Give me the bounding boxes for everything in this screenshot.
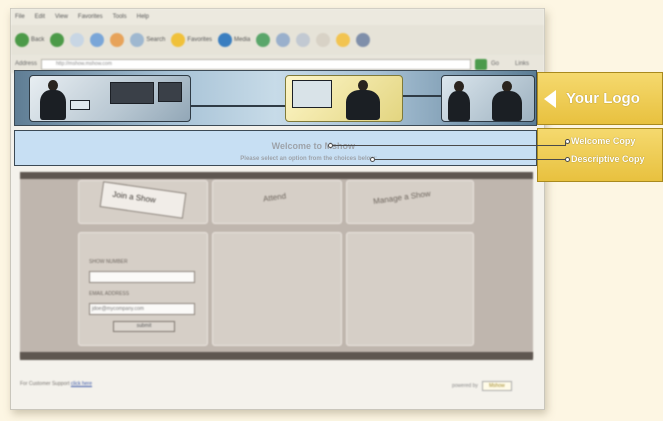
- mshow-logo[interactable]: Mshow: [481, 381, 512, 391]
- welcome-description: Please select an option from the choices…: [240, 156, 377, 162]
- join-a-show-sign: Join a Show: [99, 181, 187, 219]
- home-icon[interactable]: [110, 33, 125, 47]
- back-arrow-icon: [15, 33, 29, 47]
- favorites-label: Favorites: [187, 37, 213, 43]
- media-button[interactable]: Media: [218, 33, 250, 47]
- menu-bar: File Edit View Favorites Tools Help: [11, 9, 544, 25]
- laptop-shape: [70, 100, 90, 110]
- back-label: Back: [31, 37, 45, 43]
- submit-button[interactable]: submit: [113, 321, 175, 332]
- header-banner: [14, 70, 537, 126]
- menu-view[interactable]: View: [55, 14, 68, 20]
- manage-panel: [346, 232, 474, 346]
- stop-icon[interactable]: [70, 33, 85, 47]
- show-number-label: SHOW NUMBER: [89, 259, 128, 265]
- descriptive-copy-label: Descriptive Copy: [571, 154, 645, 164]
- star-icon: [171, 33, 186, 47]
- browser-toolbar: Back Search Favorites Media: [11, 25, 544, 55]
- links-label[interactable]: Links: [515, 61, 529, 67]
- description-leader-line: [375, 159, 566, 160]
- discuss-icon[interactable]: [356, 33, 371, 47]
- powered-by-text: powered by: [452, 383, 478, 389]
- banner-photo-office: [29, 75, 191, 122]
- tab-manage-a-show[interactable]: Manage a Show: [346, 180, 474, 224]
- banner-connector: [191, 105, 285, 107]
- menu-edit[interactable]: Edit: [35, 14, 45, 20]
- print-icon[interactable]: [296, 33, 311, 47]
- menu-file[interactable]: File: [15, 14, 25, 20]
- welcome-copy-label: Welcome Copy: [571, 136, 636, 146]
- screen-shape: [292, 80, 332, 108]
- search-button[interactable]: Search: [130, 33, 165, 47]
- person-body-shape: [40, 90, 66, 120]
- welcome-leader-line: [333, 145, 565, 146]
- copy-callout: Welcome Copy Descriptive Copy: [537, 128, 663, 182]
- banner-connector: [403, 95, 441, 97]
- search-label: Search: [146, 37, 166, 43]
- page-bottom-bar: [20, 352, 533, 360]
- tab-attend[interactable]: Attend: [212, 180, 342, 224]
- footer-powered-by: powered by Mshow: [452, 381, 512, 391]
- person-body-shape: [448, 91, 470, 121]
- tab-attend-label: Attend: [262, 191, 287, 204]
- menu-favorites[interactable]: Favorites: [78, 14, 103, 20]
- history-icon[interactable]: [256, 33, 271, 47]
- banner-photo-team: [441, 75, 535, 122]
- media-label: Media: [234, 37, 251, 43]
- edit-icon[interactable]: [316, 33, 331, 47]
- go-arrow-icon[interactable]: [475, 58, 488, 70]
- email-label: EMAIL ADDRESS: [89, 291, 130, 297]
- footer-support: For Customer Support click here: [20, 381, 92, 387]
- attend-panel: [212, 232, 342, 346]
- your-logo-text: Your Logo: [566, 90, 640, 107]
- menu-tools[interactable]: Tools: [113, 14, 127, 20]
- welcome-callout-dot: [565, 139, 570, 144]
- back-button[interactable]: Back: [15, 33, 44, 47]
- login-panel: SHOW NUMBER EMAIL ADDRESS jdoe@mycompany…: [78, 232, 208, 346]
- tab-join-a-show[interactable]: Join a Show: [78, 180, 208, 224]
- forward-arrow-icon[interactable]: [50, 33, 65, 47]
- monitor-shape: [158, 82, 182, 102]
- person-body-shape: [346, 90, 380, 120]
- footer-support-link[interactable]: click here: [71, 381, 92, 387]
- footer-support-text: For Customer Support: [20, 381, 70, 387]
- banner-photo-meeting: [285, 75, 403, 122]
- monitor-shape: [110, 82, 154, 104]
- favorites-button[interactable]: Favorites: [171, 33, 212, 47]
- go-label[interactable]: Go: [491, 61, 499, 67]
- welcome-strip: Welcome to Mshow Please select an option…: [14, 130, 537, 166]
- tab-manage-label: Manage a Show: [372, 189, 432, 206]
- media-icon: [218, 33, 233, 47]
- welcome-title: Welcome to Mshow: [271, 141, 355, 151]
- menu-help[interactable]: Help: [137, 14, 149, 20]
- address-input[interactable]: http://mshow.mshow.com: [41, 58, 472, 70]
- your-logo-callout: Your Logo: [537, 72, 663, 125]
- mail-icon[interactable]: [276, 33, 291, 47]
- refresh-icon[interactable]: [90, 33, 105, 47]
- page-top-bar: [20, 172, 533, 179]
- messenger-icon[interactable]: [336, 33, 351, 47]
- address-label: Address: [15, 61, 38, 67]
- search-icon: [130, 33, 145, 47]
- email-input[interactable]: jdoe@mycompany.com: [89, 303, 195, 315]
- show-number-input[interactable]: [89, 271, 195, 283]
- description-callout-dot: [565, 157, 570, 162]
- person-body-shape: [492, 91, 522, 121]
- arrow-left-icon: [544, 89, 556, 108]
